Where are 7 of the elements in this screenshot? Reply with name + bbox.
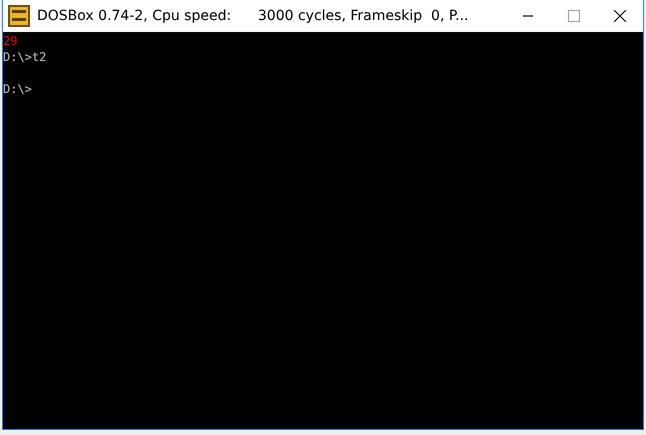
console-line: 29 <box>3 33 18 49</box>
close-icon <box>614 10 626 22</box>
window-title: DOSBox 0.74-2, Cpu speed: 3000 cycles, Frameskip 0, P... <box>37 8 470 24</box>
maximize-icon <box>568 10 580 22</box>
console-line: D:\>t2 <box>3 49 46 65</box>
console-line: D:\> <box>3 81 32 97</box>
app-icon <box>8 5 30 27</box>
